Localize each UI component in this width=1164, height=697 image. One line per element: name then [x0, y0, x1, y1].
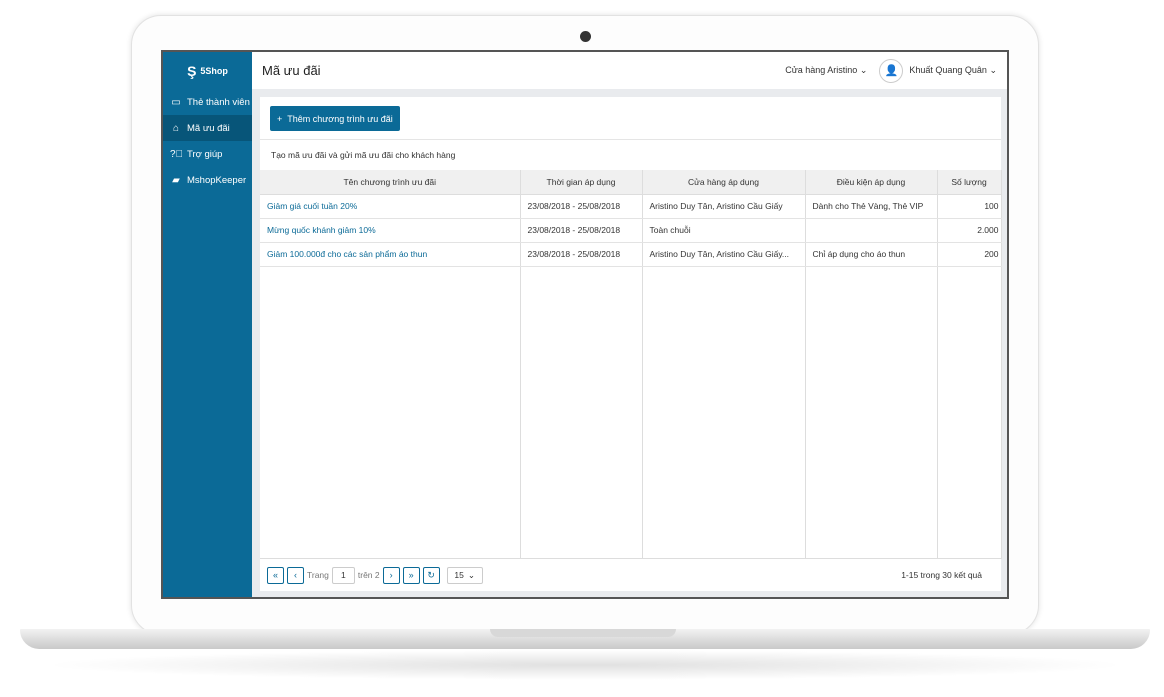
empty-area	[260, 266, 1002, 559]
last-page-button[interactable]: »	[402, 566, 420, 584]
next-page-button[interactable]: ›	[382, 566, 400, 584]
column-header[interactable]: Điều kiện áp dụng	[805, 170, 938, 195]
add-button-label: Thêm chương trình ưu đãi	[287, 113, 393, 124]
logo[interactable]: Ş 5Shop	[163, 52, 252, 89]
sidebar: Ş 5Shop ▭ Thẻ thành viên ⌂ Mã ưu đãi ?⃝ Trợ …	[163, 52, 252, 597]
promo-name-link[interactable]: Giảm 100.000đ cho các sản phẩm áo thun	[260, 242, 521, 267]
laptop-shadow	[40, 650, 1130, 680]
promo-name-link[interactable]: Mừng quốc khánh giảm 10%	[260, 218, 521, 243]
sidebar-item-help[interactable]: ?⃝ Trợ giúp	[163, 141, 252, 167]
cell-store: Aristino Duy Tân, Aristino Cầu Giấy	[642, 194, 806, 219]
page-title: Mã ưu đãi	[262, 63, 321, 78]
help-icon: ?⃝	[170, 148, 184, 160]
promo-name-link[interactable]: Giảm giá cuối tuần 20%	[260, 194, 521, 219]
cell-condition: Dành cho Thẻ Vàng, Thẻ VIP	[805, 194, 938, 219]
user-menu[interactable]: Khuất Quang Quân ⌄	[909, 65, 997, 76]
column-header[interactable]: Thời gian áp dụng	[520, 170, 643, 195]
user-name: Khuất Quang Quân	[909, 65, 987, 75]
table-row[interactable]: Giảm 100.000đ cho các sản phẩm áo thun 2…	[260, 242, 1002, 267]
prev-page-button[interactable]: ‹	[287, 566, 304, 584]
header: Mã ưu đãi Cửa hàng Aristino ⌄ 👤 Khuất Qu…	[252, 52, 1007, 89]
cell-store: Toàn chuỗi	[642, 218, 806, 243]
card-icon: ▭	[171, 96, 181, 108]
cell-condition	[805, 218, 938, 243]
bag-icon: ▰	[172, 174, 180, 186]
sidebar-item-mshopkeeper[interactable]: ▰ MshopKeeper	[163, 167, 252, 193]
tag-icon: ⌂	[172, 122, 180, 134]
store-name: Cửa hàng Aristino	[785, 65, 858, 75]
page-label: Trang	[307, 570, 329, 580]
app-screen: Ş 5Shop ▭ Thẻ thành viên ⌂ Mã ưu đãi ?⃝ Trợ …	[161, 50, 1009, 599]
chevron-down-icon: ⌄	[859, 65, 868, 75]
result-count: 1-15 trong 30 kết quả	[901, 570, 982, 580]
avatar[interactable]: 👤	[879, 58, 904, 83]
pagination: « ‹ Trang 1 trên 2 › » ↻ 15 ⌄ 1-15 trong …	[260, 559, 1001, 591]
chevron-down-icon: ⌄	[467, 569, 475, 580]
logo-text: 5Shop	[200, 65, 228, 76]
table-row[interactable]: Mừng quốc khánh giảm 10% 23/08/2018 - 25…	[260, 218, 1002, 243]
cell-time: 23/08/2018 - 25/08/2018	[520, 218, 643, 243]
promotion-table: Tên chương trình ưu đãi Thời gian áp dụn…	[260, 170, 1002, 559]
camera	[580, 31, 591, 42]
page-total: trên 2	[357, 570, 380, 580]
refresh-icon[interactable]: ↻	[422, 566, 440, 584]
cell-time: 23/08/2018 - 25/08/2018	[520, 242, 643, 267]
sidebar-item-label: Mã ưu đãi	[187, 122, 230, 134]
content-card: + Thêm chương trình ưu đãi Tạo mã ưu đãi …	[260, 97, 1002, 591]
page-size-select[interactable]: 15 ⌄	[446, 566, 483, 584]
sidebar-item-label: Trợ giúp	[187, 148, 223, 160]
cell-time: 23/08/2018 - 25/08/2018	[520, 194, 643, 219]
cell-quantity: 2.000	[937, 218, 1002, 243]
cell-quantity: 200	[937, 242, 1002, 267]
description: Tạo mã ưu đãi và gửi mã ưu đãi cho khách…	[260, 139, 1001, 170]
cell-store: Aristino Duy Tân, Aristino Cầu Giấy...	[642, 242, 806, 267]
sidebar-item-promo[interactable]: ⌂ Mã ưu đãi	[163, 115, 252, 141]
logo-icon: Ş	[187, 62, 197, 79]
page-size-value: 15	[454, 570, 464, 580]
column-header[interactable]: Cửa hàng áp dụng	[642, 170, 806, 195]
chevron-down-icon: ⌄	[989, 65, 997, 75]
column-header[interactable]: Tên chương trình ưu đãi	[260, 170, 521, 195]
sidebar-item-membership[interactable]: ▭ Thẻ thành viên	[163, 89, 252, 115]
add-promotion-button[interactable]: + Thêm chương trình ưu đãi	[270, 106, 400, 131]
table-row[interactable]: Giảm giá cuối tuần 20% 23/08/2018 - 25/0…	[260, 194, 1002, 219]
plus-icon: +	[277, 113, 283, 124]
table-header: Tên chương trình ưu đãi Thời gian áp dụn…	[260, 170, 1002, 195]
sidebar-item-label: Thẻ thành viên	[187, 96, 250, 108]
first-page-button[interactable]: «	[267, 566, 284, 584]
column-header[interactable]: Số lượng	[937, 170, 1002, 195]
sidebar-item-label: MshopKeeper	[187, 174, 247, 186]
laptop-notch	[490, 629, 676, 637]
page-input[interactable]: 1	[331, 566, 355, 584]
cell-condition: Chỉ áp dụng cho áo thun	[805, 242, 938, 267]
cell-quantity: 100	[937, 194, 1002, 219]
store-selector[interactable]: Cửa hàng Aristino ⌄	[785, 65, 867, 76]
